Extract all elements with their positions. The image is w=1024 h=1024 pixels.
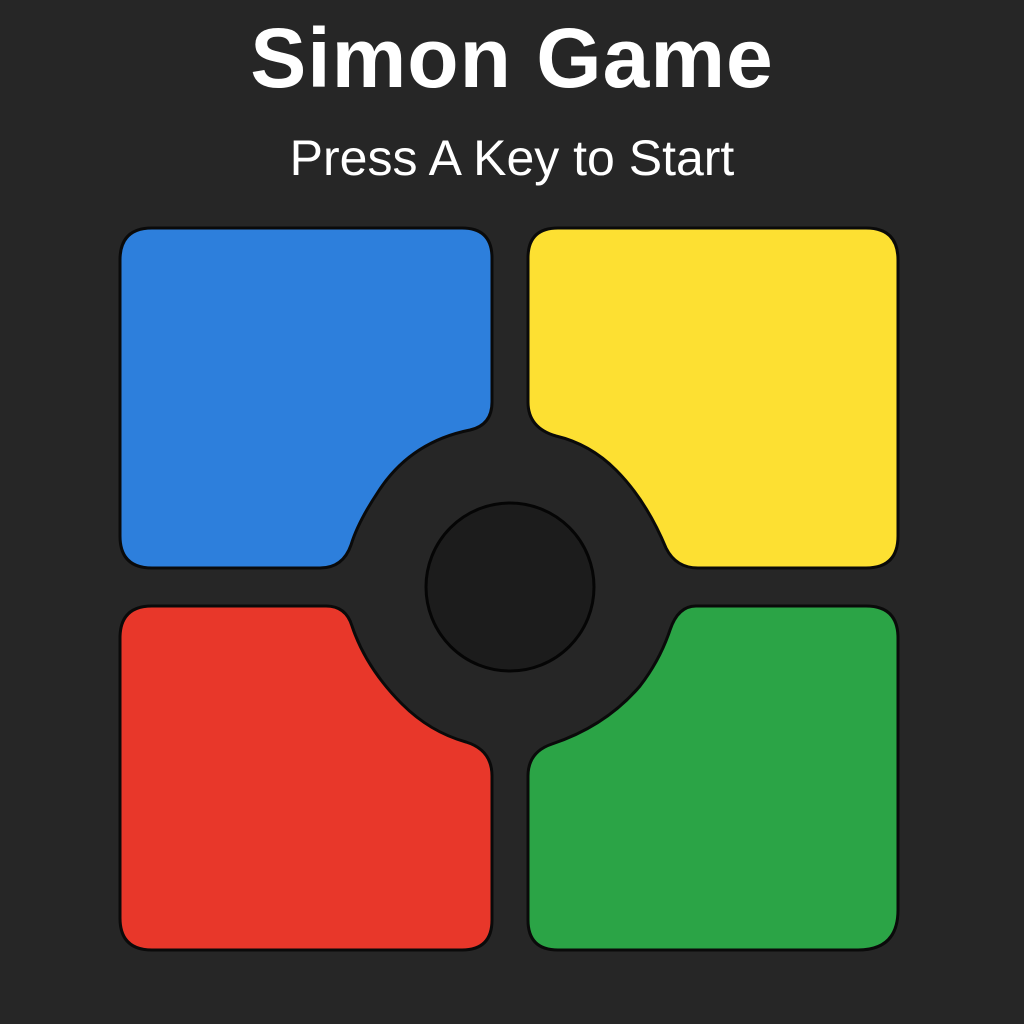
- red-button[interactable]: [118, 604, 494, 952]
- blue-button[interactable]: [118, 226, 494, 570]
- yellow-button[interactable]: [526, 226, 900, 570]
- center-button[interactable]: [424, 501, 596, 673]
- game-screen: Simon Game Press A Key to Start: [0, 0, 1024, 1024]
- simon-board: [118, 226, 900, 952]
- green-button[interactable]: [526, 604, 900, 952]
